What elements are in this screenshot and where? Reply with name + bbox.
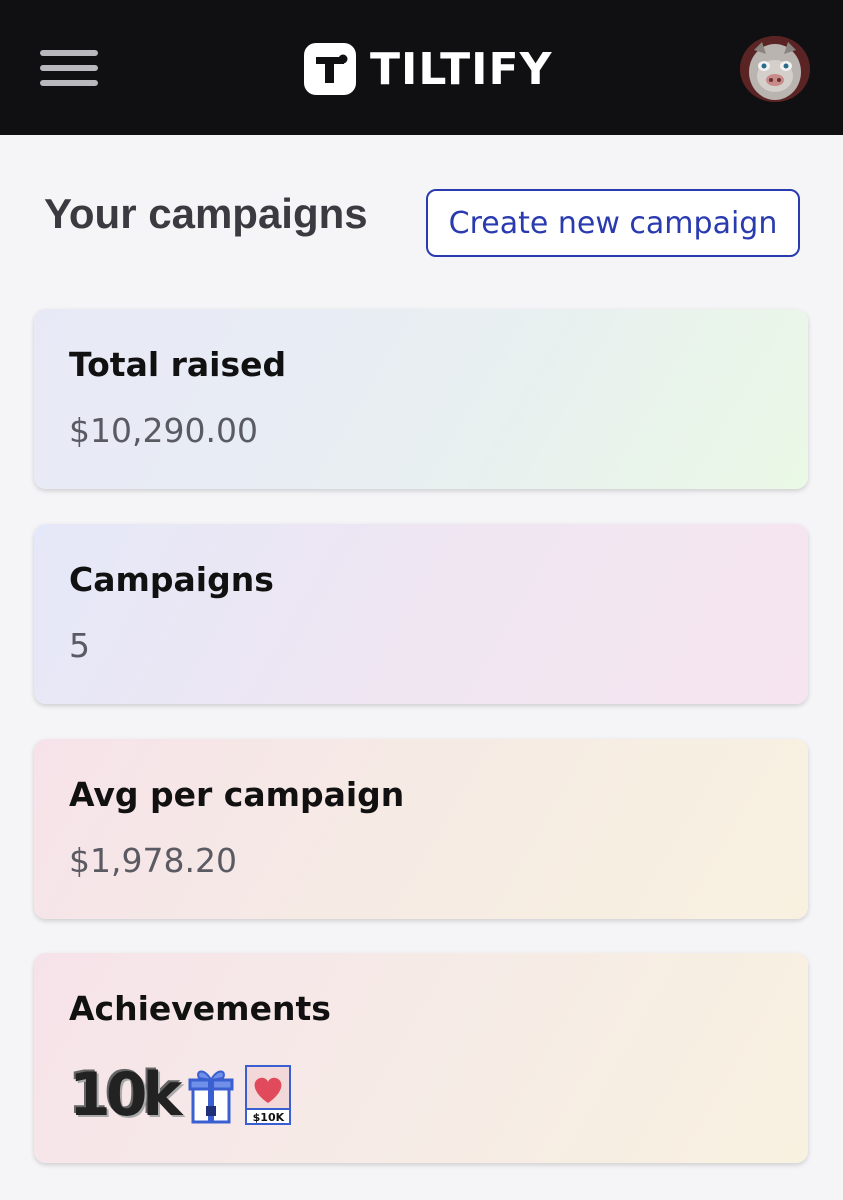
achievements-card: Achievements 10k $10K [34,953,808,1163]
create-new-campaign-button[interactable]: Create new campaign [426,189,800,257]
gift-badge-icon[interactable] [187,1066,235,1124]
stat-value: 5 [69,626,90,665]
tiltify-logo-icon [304,43,356,95]
avatar[interactable] [740,36,810,102]
top-navigation-bar: TILTIFY [0,0,843,135]
stat-value: $10,290.00 [69,411,258,450]
page-title: Your campaigns [44,190,368,237]
brand-name: TILTIFY [370,43,553,95]
stat-card-campaigns: Campaigns 5 [34,524,808,704]
tiltify-logo[interactable]: TILTIFY [304,43,552,95]
heart-10k-badge[interactable]: $10K [245,1065,292,1125]
hamburger-menu-icon[interactable] [40,50,98,88]
achievement-badges: 10k $10K [69,1065,292,1125]
stat-label: Total raised [69,345,287,384]
stat-value: $1,978.20 [69,841,237,880]
achievements-label: Achievements [69,989,331,1028]
stat-card-total-raised: Total raised $10,290.00 [34,309,808,489]
stat-card-avg-per-campaign: Avg per campaign $1,978.20 [34,739,808,919]
user-avatar-icon [740,36,810,102]
stat-label: Campaigns [69,560,274,599]
heart-badge-label: $10K [252,1111,285,1124]
10k-badge-icon[interactable]: 10k [69,1065,182,1125]
stat-label: Avg per campaign [69,775,405,814]
